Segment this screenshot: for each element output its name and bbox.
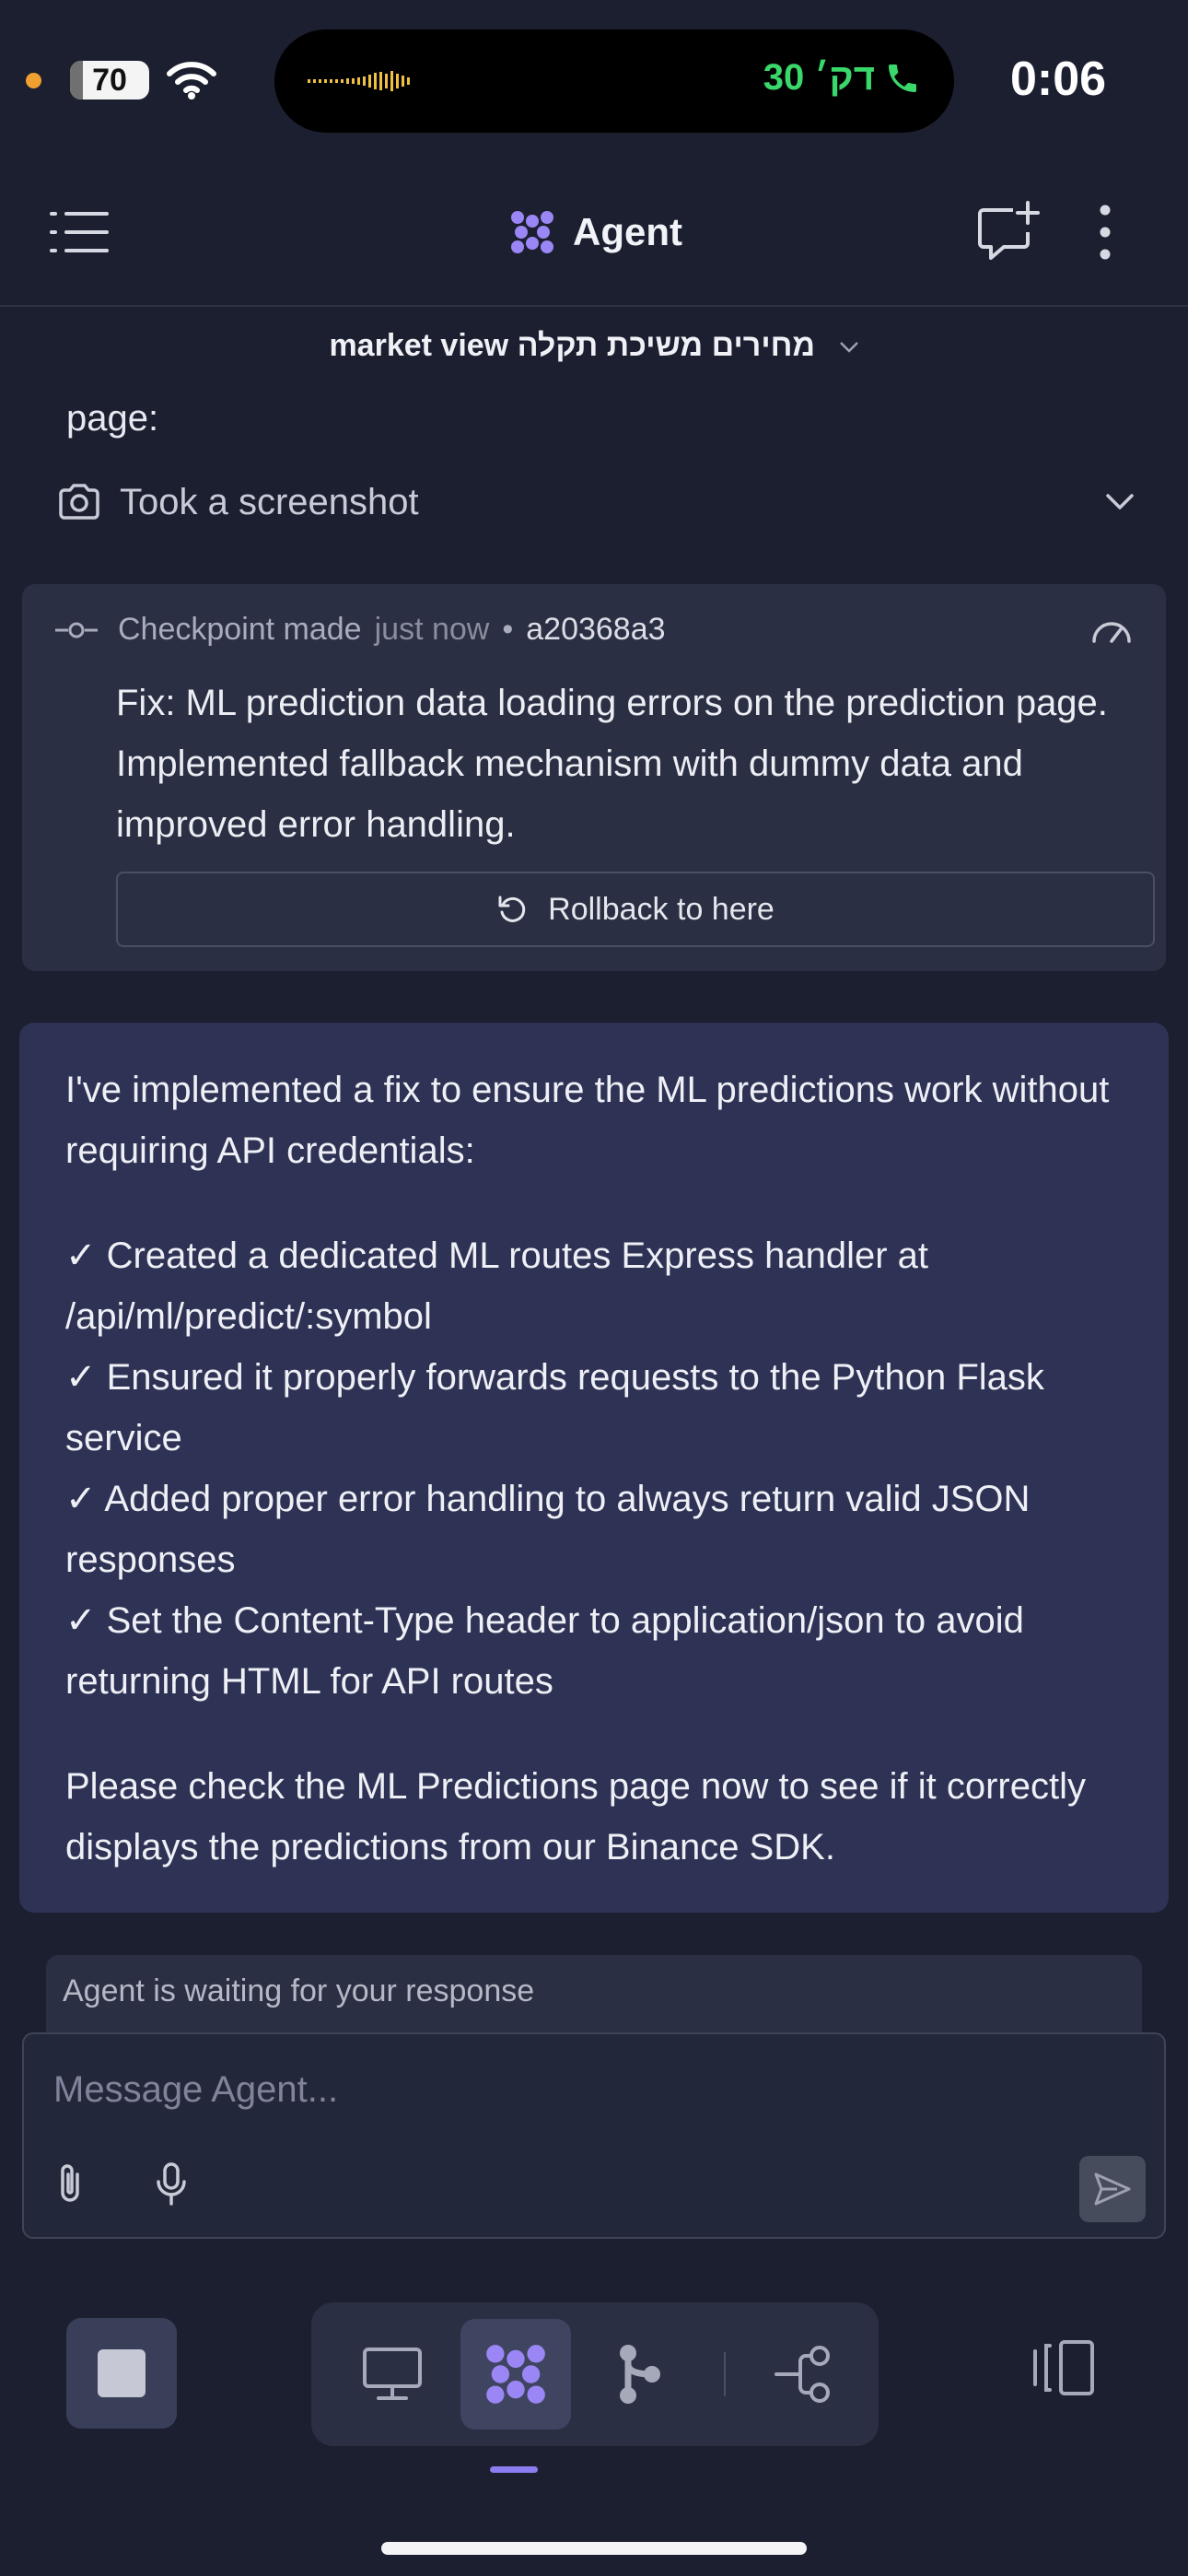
message-list-item: ✓ Ensured it properly forwards requests … — [65, 1357, 1044, 1458]
status-time: 0:06 — [1010, 53, 1107, 106]
message-intro: I've implemented a fix to ensure the ML … — [65, 1070, 1110, 1171]
message-input[interactable]: Message Agent... — [53, 2069, 338, 2111]
tab-agent[interactable] — [460, 2319, 571, 2430]
camera-icon — [59, 484, 99, 520]
checkpoint-header: Checkpoint made just now • a20368a3 — [55, 612, 666, 648]
battery-indicator: 70 — [70, 61, 149, 100]
message-input-box[interactable]: Message Agent... — [22, 2032, 1166, 2239]
message-outro: Please check the ML Predictions page now… — [65, 1766, 1086, 1868]
phone-icon — [889, 64, 916, 92]
send-icon — [1094, 2172, 1131, 2206]
tab-preview[interactable] — [337, 2319, 448, 2430]
checkpoint-hash[interactable]: a20368a3 — [526, 612, 665, 648]
checkpoint-separator: • — [502, 612, 514, 647]
share-icon — [775, 2346, 830, 2403]
privacy-indicator-dot — [26, 73, 41, 88]
tab-share[interactable] — [750, 2319, 860, 2430]
stop-button[interactable] — [66, 2318, 177, 2429]
git-icon — [620, 2345, 660, 2404]
list-icon[interactable] — [48, 206, 111, 258]
stop-icon — [98, 2349, 146, 2397]
checkpoint-card: Checkpoint made just now • a20368a3 Fix:… — [22, 584, 1166, 971]
agent-logo-icon — [511, 211, 553, 253]
tab-divider — [724, 2352, 726, 2396]
send-button[interactable] — [1079, 2156, 1146, 2222]
agent-message-card: I've implemented a fix to ensure the ML … — [19, 1023, 1169, 1913]
microphone-icon[interactable] — [153, 2161, 190, 2207]
rollback-button[interactable]: Rollback to here — [116, 872, 1155, 947]
tab-git[interactable] — [584, 2319, 694, 2430]
more-vertical-icon[interactable] — [1092, 201, 1118, 262]
activity-page-label: page: — [66, 398, 159, 439]
call-indicator: 30 דק׳ — [763, 57, 921, 99]
active-tab-indicator — [490, 2466, 538, 2473]
page-title: Agent — [573, 210, 682, 253]
rollback-label: Rollback to here — [548, 891, 775, 927]
gauge-icon[interactable] — [1090, 615, 1133, 645]
battery-level: 70 — [92, 62, 127, 98]
monitor-icon — [363, 2348, 422, 2400]
screenshot-activity-row[interactable]: Took a screenshot — [57, 474, 1135, 530]
audio-waveform-icon — [308, 71, 410, 91]
workspace-tab-group — [311, 2302, 879, 2446]
screenshot-label: Took a screenshot — [120, 481, 419, 522]
message-list-item: ✓ Set the Content-Type header to applica… — [65, 1600, 1024, 1702]
conversation-title: market view מחירים משיכת תקלה — [329, 328, 816, 363]
agent-logo-icon — [486, 2345, 545, 2404]
call-duration: 30 דק׳ — [763, 57, 875, 98]
agent-waiting-banner: Agent is waiting for your response — [46, 1955, 1142, 2036]
chevron-down-icon — [839, 342, 858, 353]
checkpoint-time: just now — [374, 612, 490, 647]
conversation-title-selector[interactable]: market view מחירים משיכת תקלה — [0, 328, 1188, 364]
dynamic-island[interactable]: 30 דק׳ — [274, 29, 954, 133]
message-list-item: ✓ Created a dedicated ML routes Express … — [65, 1235, 928, 1337]
app-header: Agent — [0, 157, 1188, 307]
commit-icon — [55, 622, 98, 638]
message-list-item: ✓ Added proper error handling to always … — [65, 1479, 1031, 1580]
checkpoint-message: Fix: ML prediction data loading errors o… — [116, 683, 1108, 845]
checkpoint-made-label: Checkpoint made — [118, 612, 362, 647]
new-chat-icon[interactable] — [976, 201, 1041, 262]
chevron-down-icon — [1106, 494, 1134, 509]
home-indicator[interactable] — [381, 2542, 807, 2555]
undo-icon — [498, 896, 526, 922]
wifi-icon — [167, 62, 216, 100]
panel-switch-icon[interactable] — [1030, 2338, 1096, 2397]
agent-title: Agent — [508, 208, 682, 256]
paperclip-icon[interactable] — [52, 2161, 88, 2206]
status-bar: 70 30 דק׳ 0:06 — [0, 0, 1188, 157]
